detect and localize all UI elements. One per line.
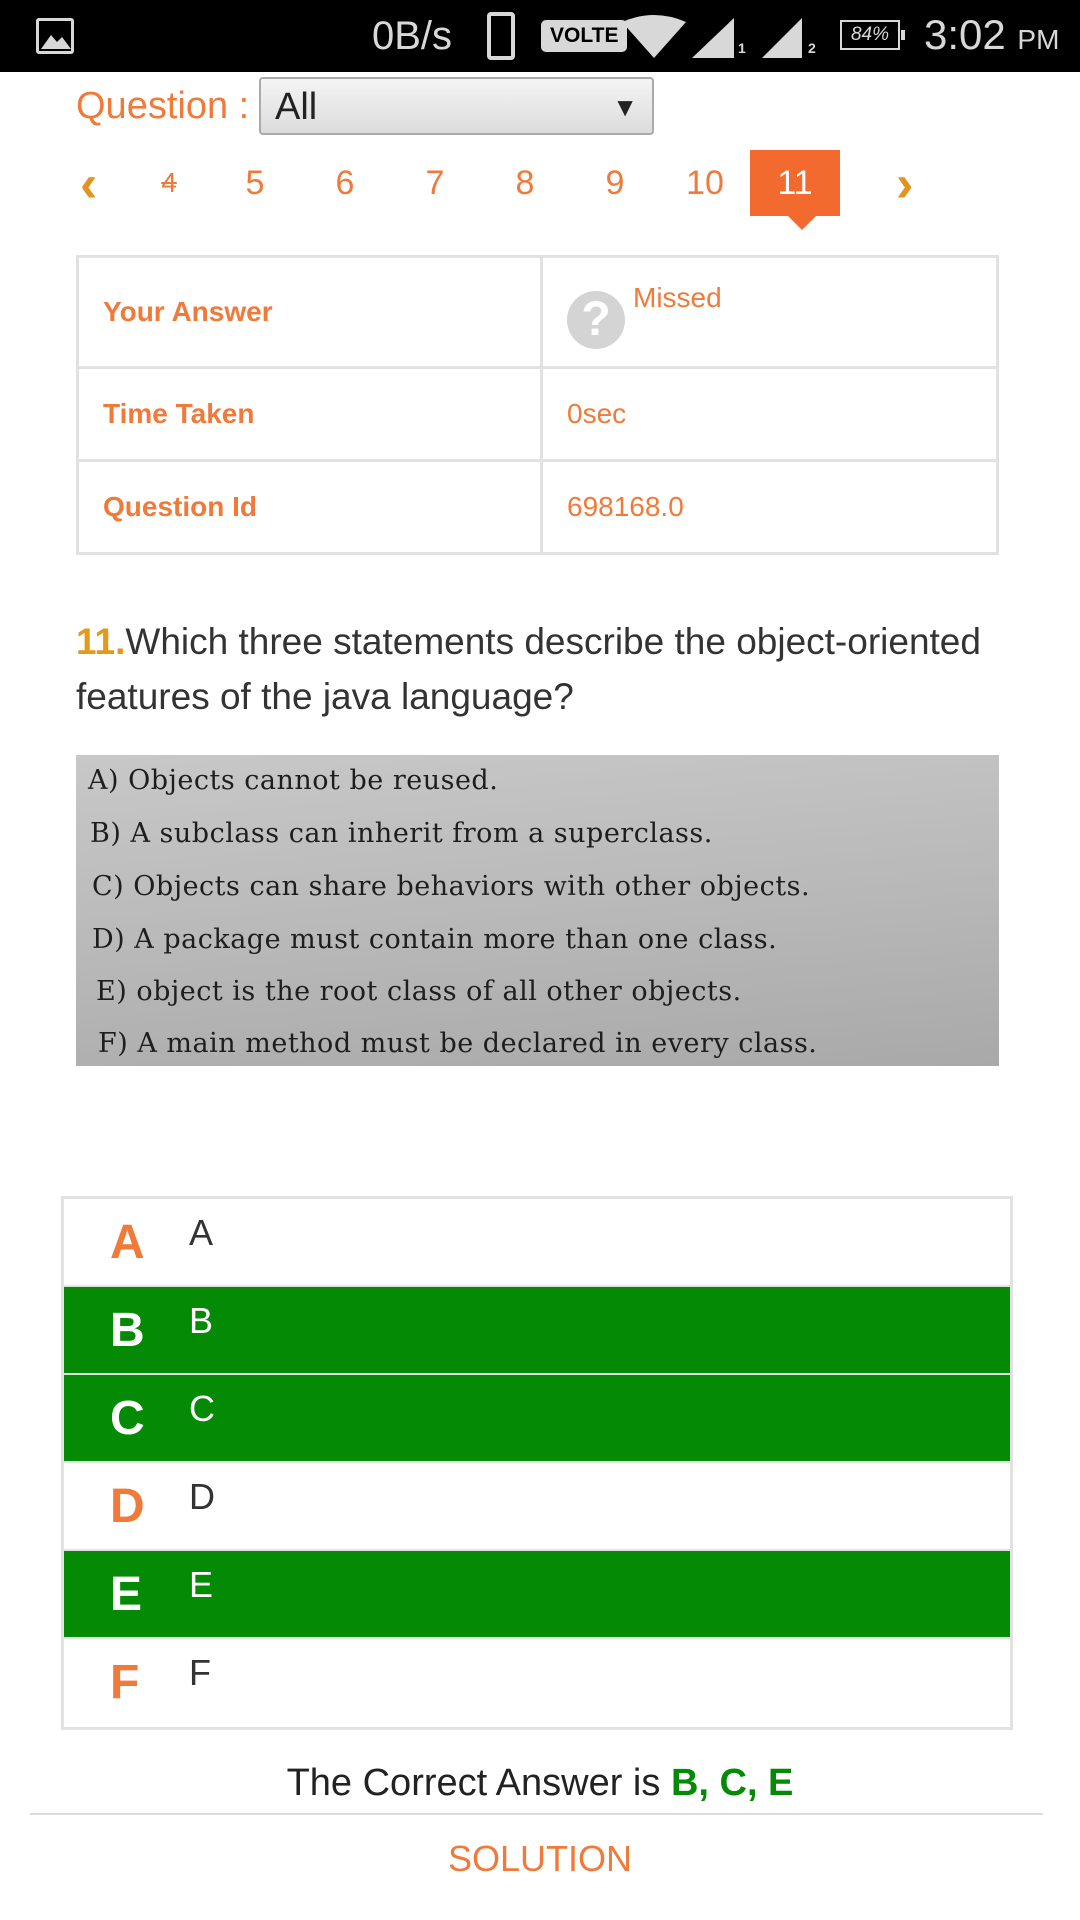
option-letter: E	[110, 1568, 143, 1621]
statement-e: E) object is the root class of all other…	[96, 976, 742, 1007]
question-filter-label: Question :	[76, 85, 250, 127]
question-number: 11.	[76, 621, 126, 662]
question-id-label: Question Id	[76, 459, 543, 555]
page-11-active[interactable]: 11	[750, 150, 840, 230]
option-b[interactable]: B B	[64, 1287, 1010, 1375]
answer-info-table: Your Answer ? Missed Time Taken 0sec Ques…	[76, 255, 999, 555]
your-answer-label: Your Answer	[76, 255, 543, 369]
option-text: E	[189, 1564, 214, 1605]
page-9[interactable]: 9	[570, 150, 660, 216]
statement-a: A) Objects cannot be reused.	[88, 765, 499, 796]
solution-button[interactable]: SOLUTION	[0, 1836, 1080, 1882]
table-row: Time Taken 0sec	[76, 366, 999, 462]
page-7[interactable]: 7	[390, 150, 480, 216]
chevron-left-icon[interactable]: ‹	[80, 158, 97, 210]
answer-options: A A B B C C D D E E F F	[61, 1196, 1013, 1730]
option-e[interactable]: E E	[64, 1551, 1010, 1639]
page-5[interactable]: 5	[210, 150, 300, 216]
question-body: Which three statements describe the obje…	[76, 621, 981, 717]
question-mark-icon: ?	[567, 291, 625, 349]
page-4[interactable]: 4	[124, 150, 214, 216]
signal-icon	[762, 18, 802, 58]
page-8[interactable]: 8	[480, 150, 570, 216]
correct-answer-prefix: The Correct Answer is	[286, 1762, 661, 1804]
option-letter: C	[110, 1392, 145, 1445]
phone-icon	[487, 12, 515, 60]
option-letter: A	[110, 1216, 145, 1269]
wifi-icon	[622, 15, 686, 58]
option-text: D	[189, 1476, 215, 1517]
option-d[interactable]: D D	[64, 1463, 1010, 1551]
volte-badge: VOLTE	[541, 20, 628, 52]
question-id-value: 698168.0	[540, 459, 999, 555]
page-6[interactable]: 6	[300, 150, 390, 216]
signal-icon	[692, 18, 734, 58]
statement-d: D) A package must contain more than one …	[92, 924, 778, 955]
table-row: Question Id 698168.0	[76, 459, 999, 555]
option-text: C	[189, 1388, 215, 1429]
option-f[interactable]: F F	[64, 1639, 1010, 1727]
option-letter: D	[110, 1480, 145, 1533]
table-row: Your Answer ? Missed	[76, 255, 999, 369]
option-text: F	[189, 1652, 211, 1693]
divider	[30, 1813, 1043, 1815]
chevron-right-icon[interactable]: ›	[896, 158, 913, 210]
sim1-label: 1	[738, 40, 746, 56]
sim2-label: 2	[808, 40, 816, 56]
net-speed: 0B/s	[372, 14, 453, 58]
correct-answer: The Correct Answer is B, C, E	[0, 1758, 1080, 1808]
option-text: B	[189, 1300, 214, 1341]
dropdown-arrow-icon: ▼	[612, 92, 638, 122]
statement-b: B) A subclass can inherit from a supercl…	[90, 818, 713, 849]
your-answer-cell: ? Missed	[540, 255, 999, 369]
time-taken-label: Time Taken	[76, 366, 543, 462]
statements-image: A) Objects cannot be reused. B) A subcla…	[76, 755, 999, 1066]
question-filter-select[interactable]: All ▼	[259, 77, 654, 135]
question-text: 11.Which three statements describe the o…	[76, 614, 1016, 724]
clock-ampm: PM	[1017, 24, 1060, 55]
your-answer-value: Missed	[633, 282, 722, 313]
option-letter: B	[110, 1304, 145, 1357]
clock-time: 3:02	[924, 11, 1006, 58]
option-c[interactable]: C C	[64, 1375, 1010, 1463]
statement-c: C) Objects can share behaviors with othe…	[92, 871, 811, 902]
time-taken-value: 0sec	[540, 366, 999, 462]
battery-icon: 84%	[840, 20, 905, 50]
question-filter-value: All	[275, 86, 318, 128]
statement-f: F) A main method must be declared in eve…	[98, 1028, 818, 1059]
option-letter: F	[110, 1656, 140, 1709]
option-a[interactable]: A A	[64, 1199, 1010, 1287]
signal-icons	[622, 15, 802, 58]
gallery-icon	[36, 18, 74, 54]
clock: 3:02 PM	[924, 10, 1059, 65]
status-bar: 0B/s VOLTE 1 2 84% 3:02 PM	[0, 0, 1080, 72]
question-pager: ‹ 4 5 6 7 8 9 10 11 ›	[0, 150, 1080, 230]
correct-answer-value: B, C, E	[670, 1762, 794, 1804]
option-text: A	[189, 1212, 214, 1253]
page-10[interactable]: 10	[660, 150, 750, 216]
